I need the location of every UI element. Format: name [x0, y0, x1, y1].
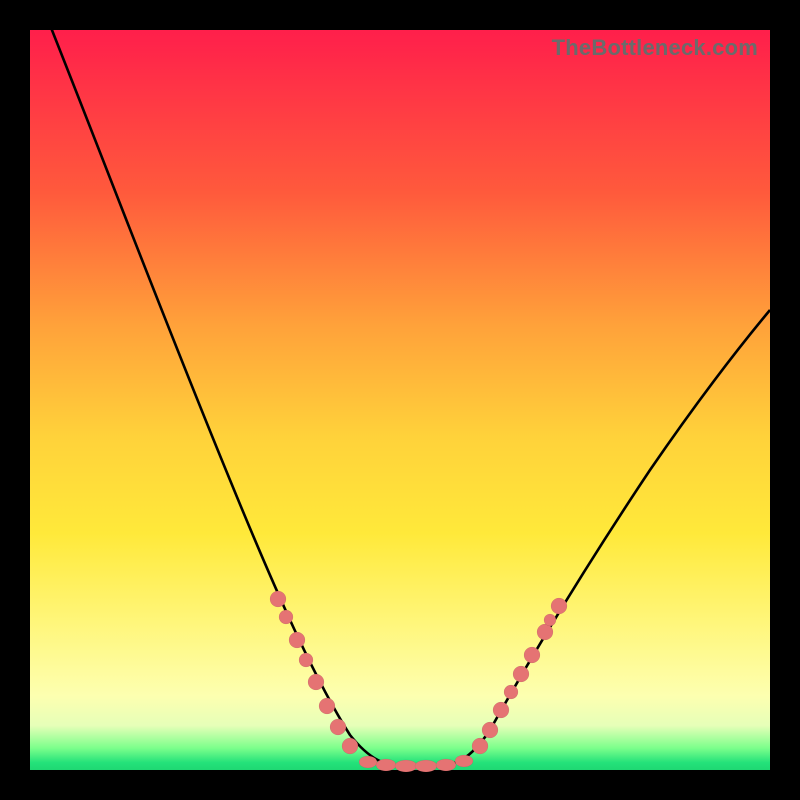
right-branch-markers	[472, 598, 567, 754]
valley-flat-markers	[359, 755, 473, 772]
chart-svg	[30, 30, 770, 770]
bottleneck-curve	[40, 0, 770, 766]
chart-frame: TheBottleneck.com	[0, 0, 800, 800]
chart-plot-area: TheBottleneck.com	[30, 30, 770, 770]
